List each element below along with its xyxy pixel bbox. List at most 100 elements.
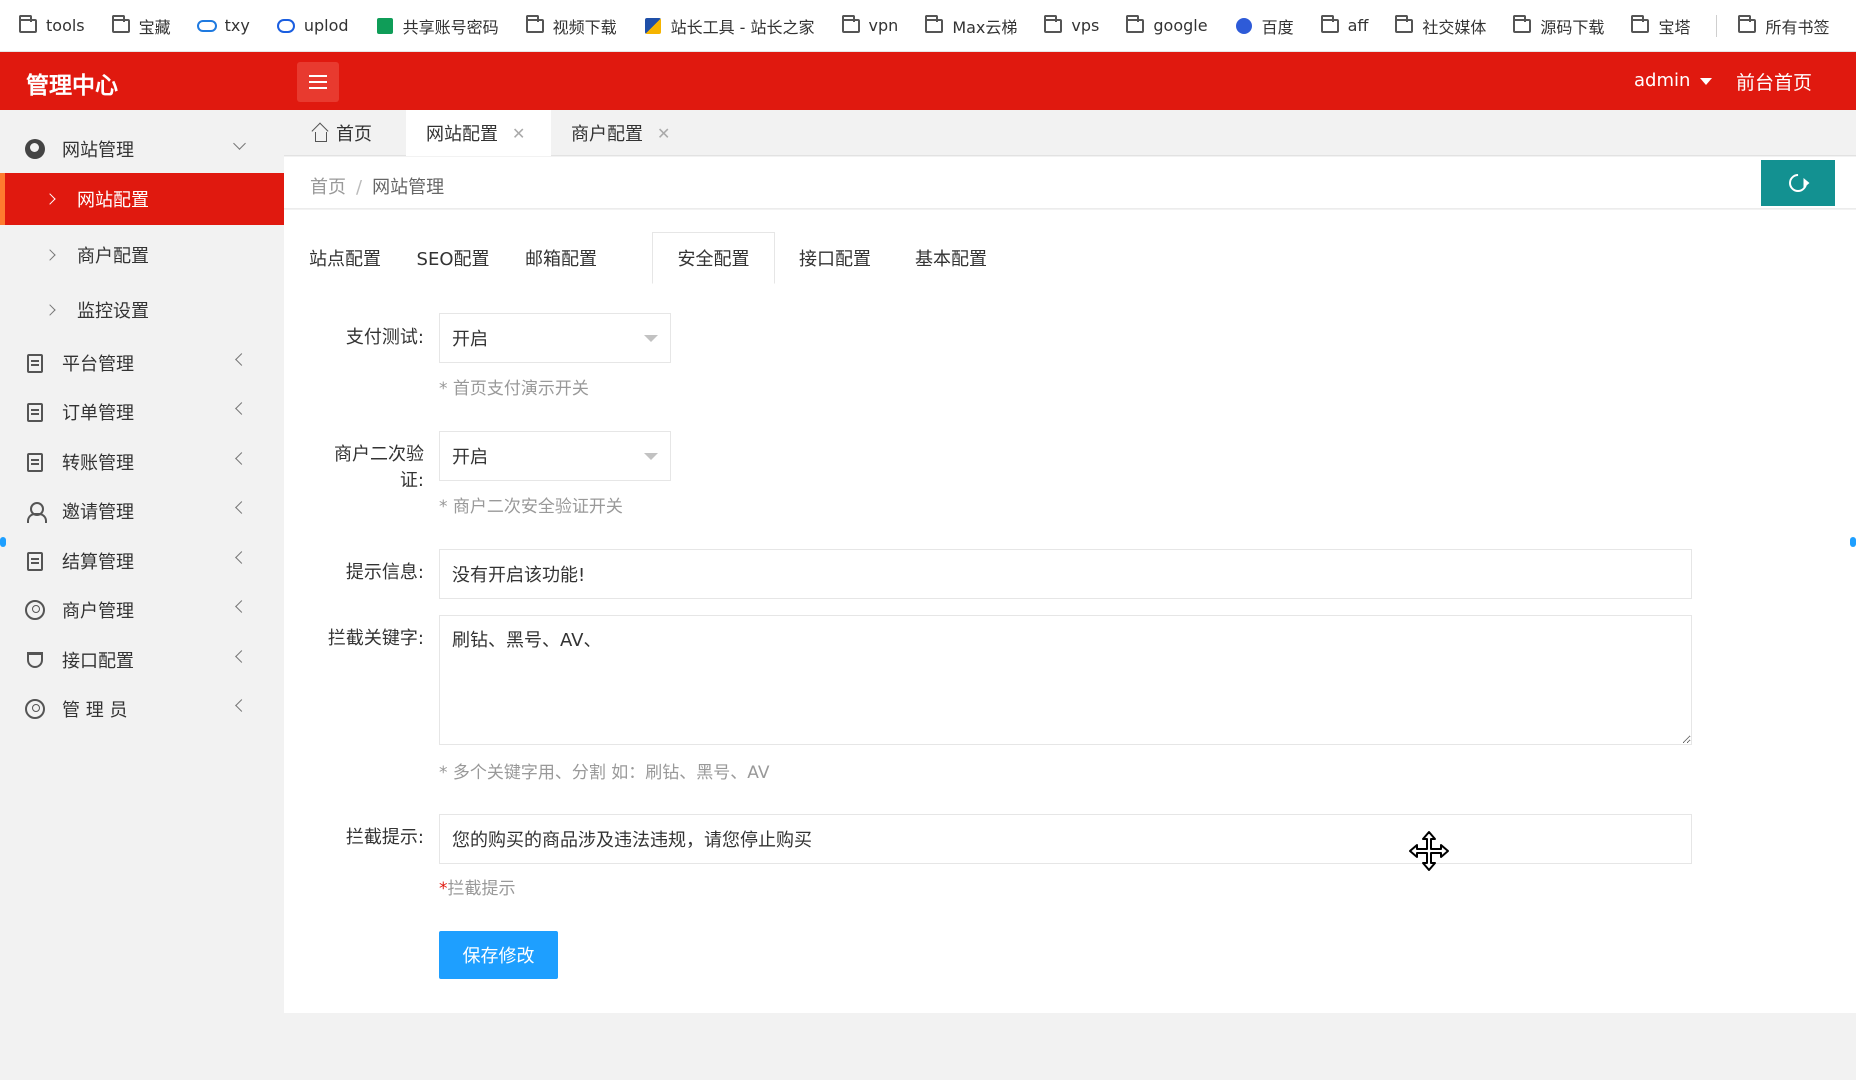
- tab-home[interactable]: 首页: [312, 110, 406, 156]
- user-icon: [25, 501, 47, 523]
- caret-down-icon: [644, 335, 658, 342]
- folder-icon: [1320, 14, 1340, 36]
- document-icon: [25, 452, 45, 472]
- bookmark-aff[interactable]: aff: [1320, 14, 1368, 36]
- sidebar-item-merchant-config[interactable]: 商户配置: [0, 229, 284, 281]
- upload-icon: [276, 16, 296, 36]
- merchant-verify-label: 商户二次验证:: [334, 444, 424, 491]
- sidebar-group-orders[interactable]: 订单管理: [0, 390, 284, 434]
- bookmark-separator: [1716, 14, 1718, 37]
- footer-area: [284, 1013, 1856, 1080]
- breadcrumb-bar: 首页 / 网站管理: [284, 157, 1856, 209]
- folder-icon: [1043, 14, 1063, 36]
- document-icon: [25, 402, 45, 422]
- tab-seo-settings[interactable]: SEO配置: [398, 232, 508, 284]
- folder-icon: [841, 14, 861, 36]
- sidebar-group-interface[interactable]: 接口配置: [0, 638, 284, 682]
- chevron-right-icon: [44, 249, 56, 261]
- sidebar-item-site-config[interactable]: 网站配置: [0, 173, 284, 225]
- close-icon[interactable]: ✕: [512, 124, 525, 143]
- top-header: 管理中心 admin 前台首页: [0, 52, 1856, 110]
- bookmark-vps[interactable]: vps: [1043, 14, 1099, 36]
- close-icon[interactable]: ✕: [657, 124, 670, 143]
- document-icon: [25, 353, 45, 373]
- breadcrumb: 首页 / 网站管理: [310, 173, 444, 199]
- bookmark-tools[interactable]: tools: [18, 14, 85, 36]
- bookmark-shared-accounts[interactable]: 共享账号密码: [375, 14, 499, 38]
- bookmark-webmaster-tools[interactable]: 站长工具 - 站长之家: [643, 14, 815, 38]
- chevron-left-icon: [234, 551, 248, 564]
- sidebar-group-settlement[interactable]: 结算管理: [0, 539, 284, 583]
- tab-email-settings[interactable]: 邮箱配置: [508, 232, 614, 284]
- bookmark-uplod[interactable]: uplod: [276, 16, 349, 36]
- globe-icon: [25, 139, 45, 159]
- user-menu[interactable]: admin: [1634, 70, 1713, 91]
- tab-merchant-config[interactable]: 商户配置 ✕: [551, 110, 689, 156]
- bookmark-vpn[interactable]: vpn: [841, 14, 898, 36]
- chevron-left-icon: [234, 452, 248, 465]
- home-icon: [312, 125, 328, 142]
- sidebar-group-invites[interactable]: 邀请管理: [0, 489, 284, 533]
- chevron-left-icon: [234, 650, 248, 663]
- chevron-right-icon: [44, 304, 56, 316]
- page-tabs-bar: 首页 网站配置 ✕ 商户配置 ✕: [284, 110, 1856, 156]
- tab-interface-settings[interactable]: 接口配置: [775, 232, 895, 284]
- bookmark-baota[interactable]: 宝塔: [1630, 14, 1690, 38]
- chevron-left-icon: [234, 699, 248, 712]
- config-tabs: 站点配置 SEO配置 邮箱配置 安全配置 接口配置 基本配置: [284, 222, 1856, 286]
- tab-security-settings[interactable]: 安全配置: [652, 232, 775, 284]
- pay-test-select[interactable]: 开启: [439, 313, 671, 363]
- caret-down-icon: [644, 453, 658, 460]
- chevron-left-icon: [234, 600, 248, 613]
- user-name: admin: [1634, 70, 1691, 91]
- sidebar-group-admins[interactable]: 管 理 员: [0, 687, 284, 731]
- sidebar-group-site-management[interactable]: 网站管理: [0, 127, 284, 171]
- notice-input[interactable]: [439, 549, 1692, 599]
- caret-down-icon: [1700, 78, 1713, 85]
- breadcrumb-separator: /: [356, 177, 363, 198]
- bookmark-video-download[interactable]: 视频下载: [525, 14, 617, 38]
- bookmark-google[interactable]: google: [1125, 14, 1208, 36]
- hamburger-icon: [309, 75, 327, 77]
- chevron-left-icon: [234, 353, 248, 366]
- user-circle-icon: [25, 600, 45, 620]
- tab-basic-settings[interactable]: 基本配置: [895, 232, 1007, 284]
- chevron-right-icon: [44, 193, 56, 205]
- tab-site-config[interactable]: 网站配置 ✕: [406, 110, 551, 156]
- breadcrumb-home[interactable]: 首页: [310, 177, 346, 198]
- block-tip-hint: *拦截提示: [439, 879, 516, 899]
- config-panel: 站点配置 SEO配置 邮箱配置 安全配置 接口配置 基本配置 支付测试: 开启 …: [284, 210, 1856, 1013]
- tab-site-settings[interactable]: 站点配置: [292, 232, 398, 284]
- bookmark-source-download[interactable]: 源码下载: [1512, 14, 1604, 38]
- sidebar-group-transfers[interactable]: 转账管理: [0, 440, 284, 484]
- tool-icon: [643, 16, 663, 36]
- scroll-indicator-right: [1850, 537, 1856, 547]
- front-home-link[interactable]: 前台首页: [1736, 68, 1812, 95]
- sidebar-group-platform[interactable]: 平台管理: [0, 341, 284, 385]
- bookmark-txy[interactable]: txy: [196, 16, 250, 36]
- sidebar-group-merchants[interactable]: 商户管理: [0, 588, 284, 632]
- bookmark-baidu[interactable]: 百度: [1234, 14, 1294, 38]
- sheet-icon: [375, 16, 395, 36]
- move-cursor-icon: [1409, 831, 1449, 871]
- sidebar-item-monitor-settings[interactable]: 监控设置: [0, 284, 284, 336]
- folder-icon: [1125, 14, 1145, 36]
- folder-icon: [18, 14, 38, 36]
- bookmark-social[interactable]: 社交媒体: [1394, 14, 1486, 38]
- block-keywords-hint: * 多个关键字用、分割 如：刷钻、黑号、AV: [439, 763, 770, 783]
- user-circle-icon: [25, 699, 45, 719]
- block-keywords-textarea[interactable]: 刷钻、黑号、AV、: [439, 615, 1692, 745]
- save-button[interactable]: 保存修改: [439, 931, 558, 979]
- bookmark-all[interactable]: 所有书签: [1737, 14, 1829, 38]
- bookmarks-bar: tools 宝藏 txy uplod 共享账号密码 视频下载 站长工具 - 站长…: [0, 0, 1856, 52]
- refresh-button[interactable]: [1761, 160, 1835, 206]
- folder-icon: [924, 14, 944, 36]
- merchant-verify-select[interactable]: 开启: [439, 431, 671, 481]
- bookmark-baozang[interactable]: 宝藏: [111, 14, 171, 38]
- breadcrumb-current: 网站管理: [372, 177, 445, 198]
- paw-icon: [1234, 16, 1254, 36]
- block-tip-input[interactable]: [439, 814, 1692, 864]
- plug-icon: [25, 650, 45, 670]
- bookmark-max[interactable]: Max云梯: [924, 14, 1017, 38]
- menu-toggle-button[interactable]: [297, 62, 339, 102]
